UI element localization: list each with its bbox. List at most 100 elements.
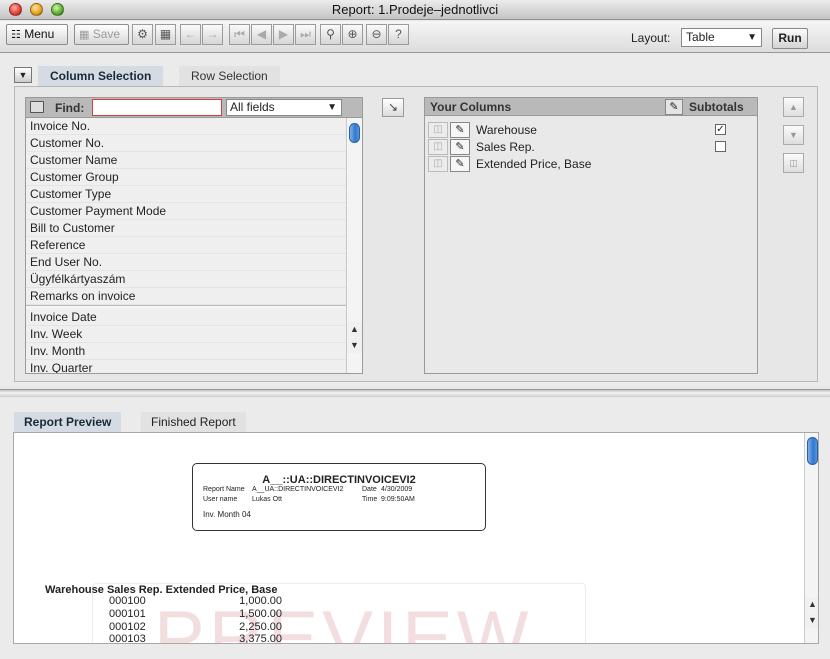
report-name-value: A__UA::DIRECTINVOICEVI2	[252, 486, 344, 493]
add-column-icon[interactable]: ↘	[382, 98, 404, 117]
column-label: Warehouse	[476, 123, 537, 137]
time-value: 9:09:50AM	[381, 496, 415, 503]
tab-column-selection[interactable]: Column Selection	[38, 66, 164, 86]
title-bar: Report: 1.Prodeje–jednotlivci	[0, 0, 830, 20]
chevron-down-icon: ▼	[747, 32, 757, 43]
panel-splitter[interactable]	[0, 389, 830, 397]
column-row[interactable]: ◫ ✎ Warehouse ✓	[425, 122, 757, 139]
field-item[interactable]: Customer Type	[26, 186, 346, 203]
zoom-in-icon[interactable]: ⊕	[342, 24, 363, 45]
field-item[interactable]: Ügyfélkártyaszám	[26, 271, 346, 288]
column-row[interactable]: ◫ ✎ Extended Price, Base	[425, 156, 757, 173]
find-input[interactable]	[92, 99, 222, 116]
run-button[interactable]: Run	[772, 28, 808, 49]
field-item[interactable]: Customer Name	[26, 152, 346, 169]
user-value: Lukas Ott	[252, 496, 282, 503]
report-cell-value: 3,375.00	[239, 633, 282, 644]
scroll-thumb[interactable]	[349, 123, 360, 143]
layout-label: Layout:	[631, 31, 671, 45]
help-icon[interactable]: ?	[388, 24, 409, 45]
scroll-down-icon[interactable]: ▼	[805, 613, 818, 628]
tab-report-preview[interactable]: Report Preview	[14, 412, 122, 432]
pencil-icon[interactable]: ✎	[665, 99, 683, 115]
subtotal-checkbox[interactable]	[715, 141, 726, 152]
first-icon[interactable]: ⏮	[229, 24, 250, 45]
tab-row-selection[interactable]: Row Selection	[179, 66, 280, 86]
last-icon[interactable]: ⏭	[295, 24, 316, 45]
available-fields-box: Find: All fields ▼ Invoice No. Customer …	[25, 97, 363, 374]
report-title: A__::UA::DIRECTINVOICEVI2	[262, 474, 416, 486]
find-fields-select[interactable]: All fields ▼	[226, 99, 342, 116]
field-item[interactable]: Remarks on invoice	[26, 288, 346, 305]
report-cell-warehouse: 000103	[109, 633, 146, 644]
preview-panel: Report Preview Finished Report PREVIEW A…	[0, 398, 830, 659]
field-item[interactable]: Inv. Quarter	[26, 360, 346, 373]
report-cell-warehouse: 000100	[109, 595, 146, 607]
table-icon[interactable]: ▦	[155, 24, 176, 45]
layout-select-value: Table	[686, 30, 715, 44]
subtotal-checkbox[interactable]: ✓	[715, 124, 726, 135]
subtotals-header: Subtotals	[689, 100, 744, 114]
field-item[interactable]: Bill to Customer	[26, 220, 346, 237]
field-item[interactable]: Invoice Date	[26, 309, 346, 326]
chevron-down-icon: ▼	[327, 102, 337, 113]
save-icon: ▦	[79, 29, 90, 41]
pencil-icon[interactable]: ✎	[450, 122, 470, 138]
zoom-icon[interactable]: ⚲	[320, 24, 341, 45]
report-cell-value: 2,250.00	[239, 621, 282, 633]
field-list: Invoice No. Customer No. Customer Name C…	[26, 118, 346, 373]
find-fields-value: All fields	[230, 100, 275, 114]
records-icon[interactable]: ⚙	[132, 24, 153, 45]
column-label: Extended Price, Base	[476, 157, 592, 171]
scroll-up-icon[interactable]: ▲	[805, 597, 818, 612]
move-down-icon[interactable]: ▼	[783, 125, 804, 145]
field-item[interactable]: Reference	[26, 237, 346, 254]
date-value: 4/30/2009	[381, 486, 413, 493]
scroll-down-icon[interactable]: ▼	[347, 338, 362, 353]
find-row: Find: All fields ▼	[26, 98, 362, 118]
pencil-icon[interactable]: ✎	[450, 139, 470, 155]
report-preview: PREVIEW A__::UA::DIRECTINVOICEVI2 Report…	[13, 432, 819, 644]
trash-icon[interactable]: ◫	[428, 122, 448, 138]
scroll-thumb[interactable]	[807, 437, 818, 465]
back-arrow-icon[interactable]: ←	[180, 24, 201, 45]
date-label: Date	[362, 486, 377, 493]
forward-arrow-icon[interactable]: →	[202, 24, 223, 45]
next-icon[interactable]: ▶	[273, 24, 294, 45]
menu-button-label: Menu	[24, 27, 55, 41]
trash-icon[interactable]: ◫	[428, 156, 448, 172]
time-label: Time	[362, 496, 378, 503]
move-up-icon[interactable]: ▲	[783, 97, 804, 117]
save-button[interactable]: ▦ Save	[74, 24, 129, 45]
tab-finished-report[interactable]: Finished Report	[141, 412, 246, 432]
pencil-icon[interactable]: ✎	[450, 156, 470, 172]
zoom-out-icon[interactable]: ⊖	[366, 24, 387, 45]
field-item[interactable]: Customer Group	[26, 169, 346, 186]
collapse-toggle-icon[interactable]: ▼	[14, 67, 32, 83]
layout-select[interactable]: Table ▼	[681, 28, 762, 47]
field-item[interactable]: End User No.	[26, 254, 346, 271]
menu-button[interactable]: ☷ Menu	[6, 24, 68, 45]
menu-icon: ☷	[11, 29, 21, 41]
field-item[interactable]: Inv. Month	[26, 343, 346, 360]
column-row[interactable]: ◫ ✎ Sales Rep.	[425, 139, 757, 156]
report-cell-value: 1,500.00	[239, 608, 282, 620]
your-columns-title: Your Columns	[430, 100, 512, 114]
preview-scrollbar[interactable]: ▲ ▼	[804, 433, 818, 643]
field-item[interactable]: Inv. Week	[26, 326, 346, 343]
report-cell-warehouse: 000101	[109, 608, 146, 620]
user-label: User name	[203, 496, 238, 503]
folder-icon[interactable]	[30, 101, 44, 113]
report-window: Report: 1.Prodeje–jednotlivci ☷ Menu ▦ S…	[0, 0, 830, 659]
your-columns-header: Your Columns ✎ Subtotals	[425, 98, 757, 116]
trash-icon[interactable]: ◫	[428, 139, 448, 155]
group-line: Inv. Month 04	[203, 510, 251, 519]
field-list-scrollbar[interactable]: ▲ ▼	[346, 118, 362, 373]
field-item[interactable]: Invoice No.	[26, 118, 346, 135]
scroll-up-icon[interactable]: ▲	[347, 322, 362, 337]
delete-icon[interactable]: ◫	[783, 153, 804, 173]
prev-icon[interactable]: ◀	[251, 24, 272, 45]
field-item[interactable]: Customer Payment Mode	[26, 203, 346, 220]
field-item[interactable]: Customer No.	[26, 135, 346, 152]
find-label: Find:	[55, 101, 85, 115]
